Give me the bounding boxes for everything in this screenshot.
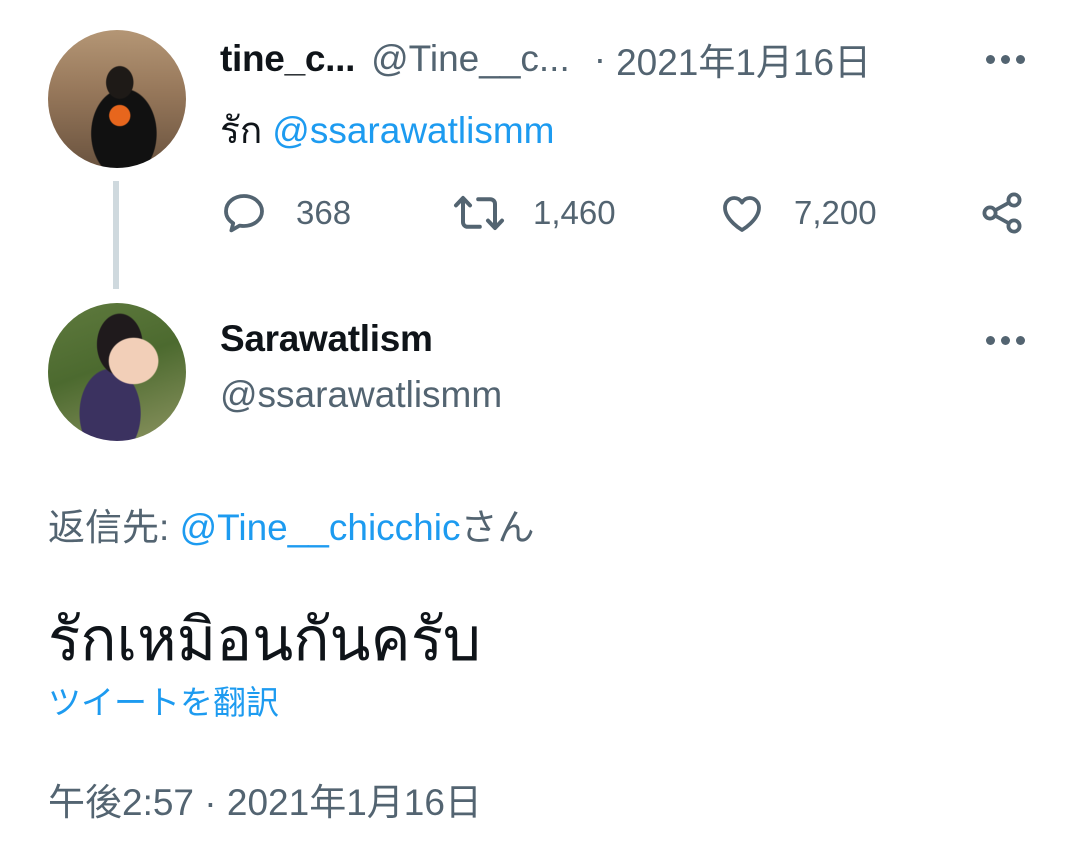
- parent-separator: ·: [593, 38, 607, 79]
- parent-date[interactable]: 2021年1月16日: [616, 32, 871, 86]
- more-icon-dot: [1016, 55, 1025, 64]
- more-icon-dot: [1001, 336, 1010, 345]
- replying-suffix: さん: [460, 507, 535, 548]
- translate-tweet-link[interactable]: ツイートを翻訳: [48, 676, 279, 724]
- thread-connector-line: [113, 181, 119, 289]
- heart-icon: [723, 196, 761, 232]
- parent-display-name[interactable]: tine_c...: [220, 38, 355, 80]
- more-icon: [986, 55, 995, 64]
- more-icon-dot: [1001, 55, 1010, 64]
- parent-header: tine_c... @Tine__c... · 2021年1月16日: [220, 36, 871, 83]
- reply-button[interactable]: 368: [220, 188, 351, 238]
- reply-icon: [224, 194, 264, 233]
- more-icon: [986, 336, 995, 345]
- parent-tweet-text: รัก @ssarawatlismm: [220, 101, 554, 160]
- parent-handle[interactable]: @Tine__c...: [371, 38, 570, 80]
- reply-timestamp[interactable]: 午後2:57 · 2021年1月16日: [48, 772, 482, 826]
- parent-more-button[interactable]: [986, 55, 1025, 64]
- more-icon-dot: [1016, 336, 1025, 345]
- reply-more-button[interactable]: [986, 336, 1025, 345]
- replying-prefix: 返信先:: [48, 507, 180, 548]
- like-button[interactable]: 7,200: [718, 188, 877, 238]
- parent-avatar[interactable]: [48, 30, 186, 168]
- parent-text-prefix: รัก: [220, 110, 263, 151]
- parent-mention-link[interactable]: @ssarawatlismm: [272, 110, 554, 151]
- like-count: 7,200: [794, 194, 877, 231]
- reply-avatar[interactable]: [48, 303, 186, 441]
- reply-count: 368: [296, 194, 352, 231]
- share-icon: [982, 192, 1022, 234]
- reply-tweet-text: รักเหมิอนกันครับ: [48, 606, 482, 673]
- retweet-icon: [454, 196, 504, 230]
- reply-handle[interactable]: @ssarawatlismm: [220, 374, 502, 416]
- replying-to: 返信先: @Tine__chicchicさん: [48, 497, 534, 551]
- reply-display-name[interactable]: Sarawatlism: [220, 318, 433, 360]
- parent-actions-bar: 368 1,460 7,200: [220, 188, 1040, 238]
- retweet-button[interactable]: 1,460: [453, 188, 616, 238]
- replying-mention-link[interactable]: @Tine__chicchic: [180, 507, 461, 548]
- share-button[interactable]: [978, 188, 1026, 238]
- retweet-count: 1,460: [533, 194, 616, 231]
